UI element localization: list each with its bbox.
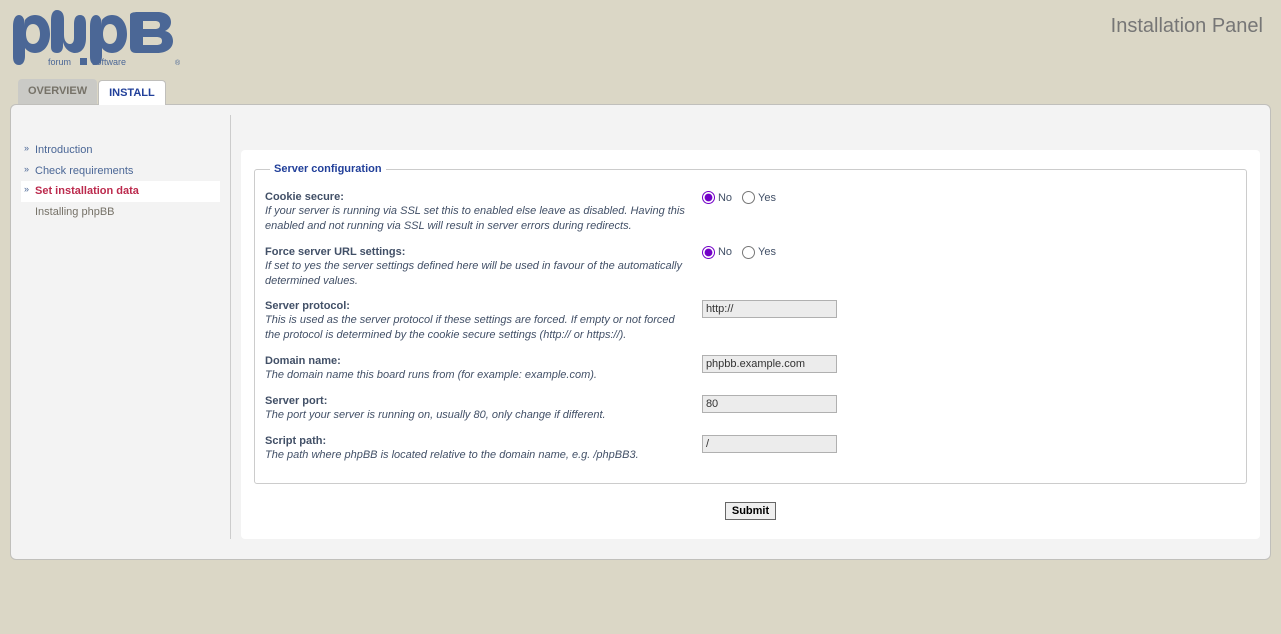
server-protocol-input[interactable] — [702, 300, 837, 318]
svg-text:software: software — [92, 57, 126, 67]
script-path-input[interactable] — [702, 435, 837, 453]
force-server-no-radio[interactable] — [702, 246, 715, 259]
server-configuration-fieldset: Server configuration Cookie secure: If y… — [254, 163, 1247, 484]
server-port-input[interactable] — [702, 395, 837, 413]
server-protocol-explain: This is used as the server protocol if t… — [265, 312, 692, 343]
cookie-secure-yes-radio[interactable] — [742, 191, 755, 204]
cookie-secure-no-radio[interactable] — [702, 191, 715, 204]
server-protocol-label: Server protocol: — [265, 300, 350, 312]
cookie-secure-label: Cookie secure: — [265, 191, 344, 203]
svg-text:®: ® — [175, 59, 180, 67]
domain-name-input[interactable] — [702, 355, 837, 373]
svg-text:forum: forum — [48, 57, 71, 67]
domain-name-explain: The domain name this board runs from (fo… — [265, 367, 692, 383]
cookie-secure-yes-label: Yes — [758, 192, 776, 204]
page-title: Installation Panel — [1111, 10, 1271, 38]
domain-name-label: Domain name: — [265, 355, 341, 367]
main-content: Server configuration Cookie secure: If y… — [241, 150, 1260, 539]
fieldset-legend: Server configuration — [270, 163, 386, 175]
server-port-label: Server port: — [265, 395, 327, 407]
cookie-secure-explain: If your server is running via SSL set th… — [265, 203, 692, 234]
sidebar-item-set-installation-data[interactable]: Set installation data — [21, 181, 220, 202]
force-server-yes-radio[interactable] — [742, 246, 755, 259]
tabs-bar: OVERVIEW INSTALL — [10, 79, 1271, 104]
script-path-label: Script path: — [265, 435, 326, 447]
sidebar-item-check-requirements[interactable]: Check requirements — [21, 161, 220, 182]
tab-overview[interactable]: OVERVIEW — [18, 79, 97, 104]
tab-install[interactable]: INSTALL — [98, 80, 166, 105]
server-port-explain: The port your server is running on, usua… — [265, 407, 692, 423]
sidebar-item-introduction[interactable]: Introduction — [21, 140, 220, 161]
force-server-yes-label: Yes — [758, 246, 776, 258]
cookie-secure-no-label: No — [718, 192, 732, 204]
sidebar-item-installing-phpbb[interactable]: Installing phpBB — [21, 202, 220, 223]
logo: forum software ® — [10, 10, 180, 71]
force-server-no-label: No — [718, 246, 732, 258]
force-server-label: Force server URL settings: — [265, 246, 405, 258]
sidebar: Introduction Check requirements Set inst… — [21, 115, 231, 539]
submit-button[interactable]: Submit — [725, 502, 776, 520]
force-server-explain: If set to yes the server settings define… — [265, 258, 692, 289]
script-path-explain: The path where phpBB is located relative… — [265, 447, 692, 463]
